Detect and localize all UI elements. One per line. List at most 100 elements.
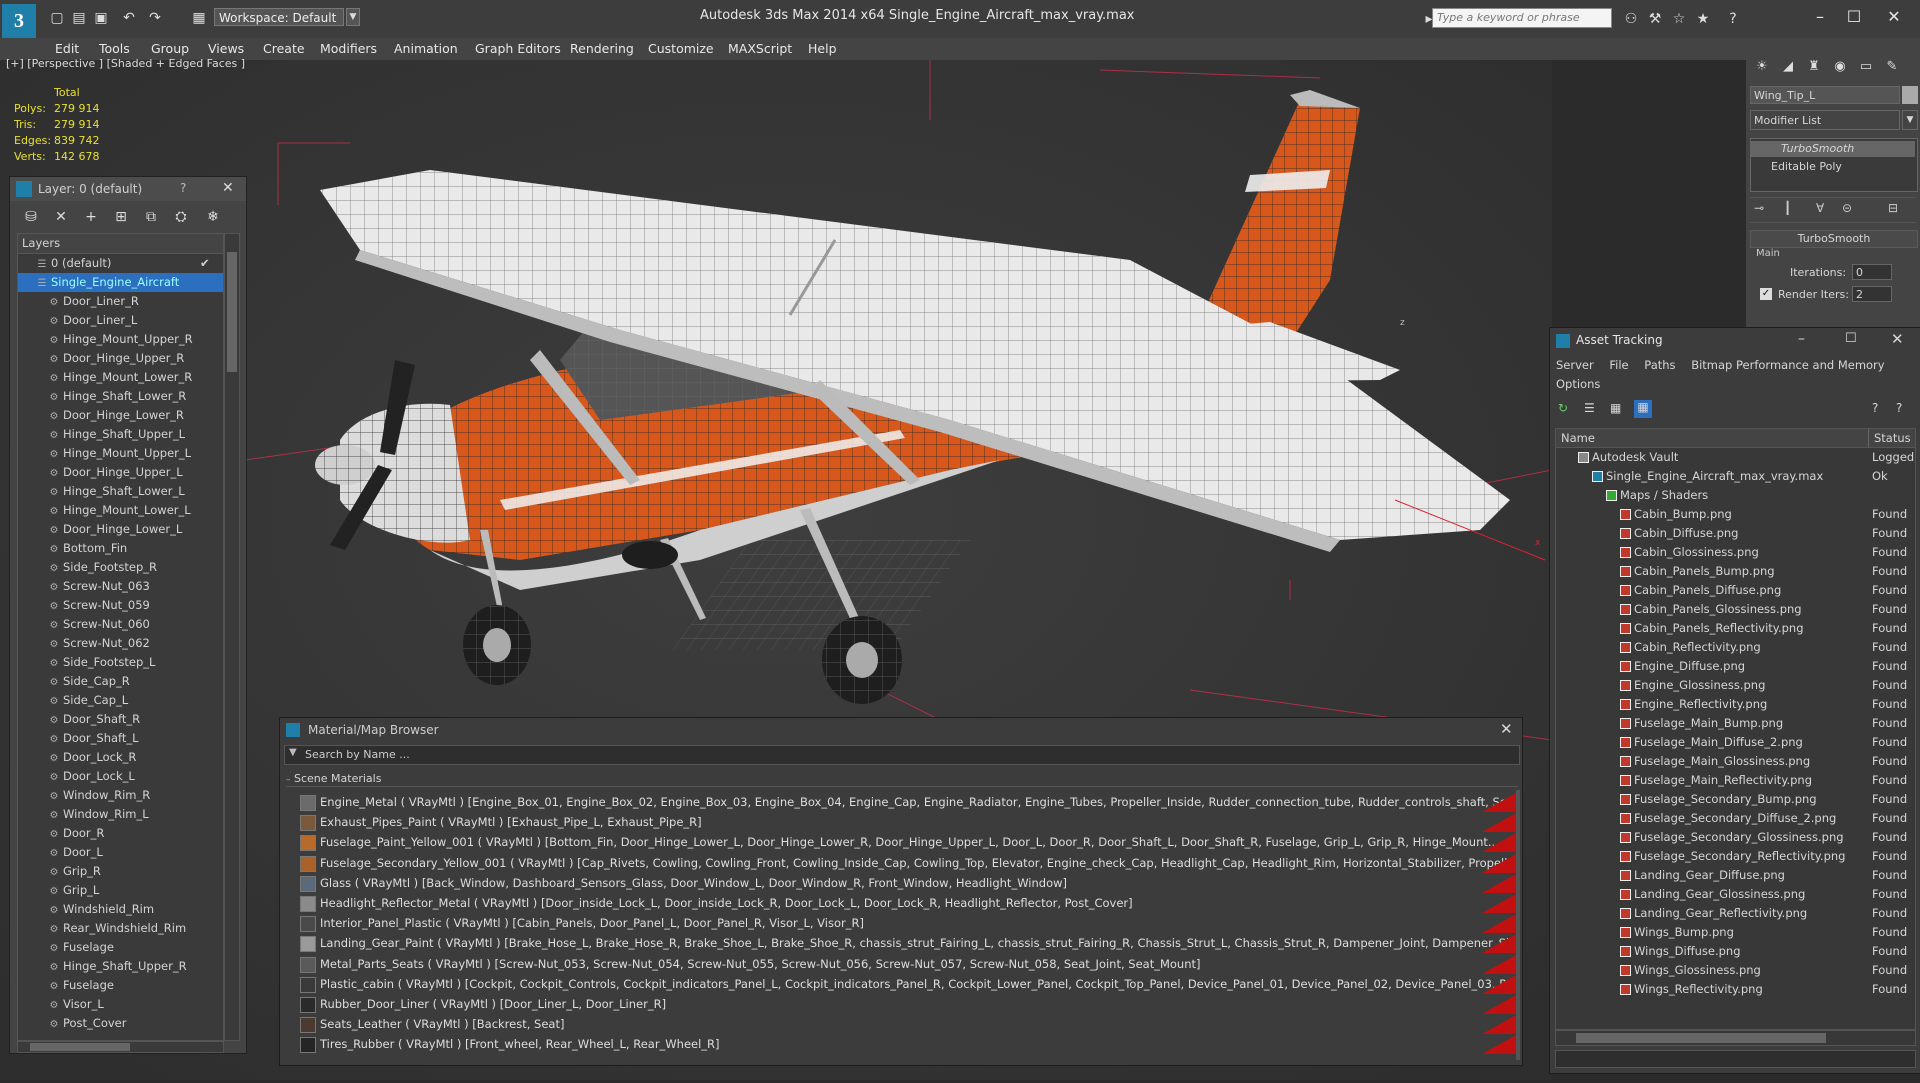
stack-item-editable-poly[interactable]: Editable Poly	[1755, 159, 1915, 175]
asset-row[interactable]: Landing_Gear_Diffuse.png Found	[1556, 866, 1915, 885]
menu-modifiers[interactable]: Modifiers	[320, 40, 377, 58]
render-iters-checkbox[interactable]: ✓	[1760, 288, 1772, 300]
chevron-down-icon[interactable]: ▼	[1902, 110, 1918, 130]
table-view-icon[interactable]: ▦	[1610, 401, 1621, 415]
subscription-icon[interactable]: ⚒	[1646, 10, 1664, 28]
layer-row[interactable]: ⚙ Screw-Nut_059	[18, 596, 223, 615]
menu-animation[interactable]: Animation	[394, 40, 458, 58]
asset-row[interactable]: Fuselage_Main_Bump.png Found	[1556, 714, 1915, 733]
binoculars-icon[interactable]: ⚇	[1622, 10, 1640, 28]
asset-row[interactable]: Single_Engine_Aircraft_max_vray.max Ok	[1556, 467, 1915, 486]
layer-panel-header[interactable]: Layer: 0 (default) ? ✕	[10, 177, 246, 201]
asset-row[interactable]: Autodesk Vault Logged O	[1556, 448, 1915, 467]
asset-row[interactable]: Landing_Gear_Glossiness.png Found	[1556, 885, 1915, 904]
layer-row[interactable]: ⚙ Door_Lock_L	[18, 767, 223, 786]
asset-row[interactable]: Cabin_Bump.png Found	[1556, 505, 1915, 524]
layer-row[interactable]: ⚙ Visor_L	[18, 995, 223, 1014]
asset-row[interactable]: Fuselage_Main_Diffuse_2.png Found	[1556, 733, 1915, 752]
asset-row[interactable]: Engine_Glossiness.png Found	[1556, 676, 1915, 695]
modifier-list-dropdown[interactable]: Modifier List	[1750, 110, 1900, 130]
material-row[interactable]: Rubber_Door_Liner ( VRayMtl ) [Door_Line…	[296, 995, 1516, 1014]
asset-row[interactable]: Wings_Diffuse.png Found	[1556, 942, 1915, 961]
layer-row[interactable]: ⚙ Fuselage	[18, 938, 223, 957]
motion-tab-icon[interactable]: ◉	[1828, 56, 1852, 78]
help-icon[interactable]: ?	[1872, 401, 1878, 415]
menu-options[interactable]: Options	[1556, 377, 1600, 391]
layer-row[interactable]: ⚙ Door_Hinge_Lower_L	[18, 520, 223, 539]
stack-item-turbosmooth[interactable]: TurboSmooth	[1751, 141, 1915, 157]
column-status[interactable]: Status	[1874, 431, 1911, 445]
create-tab-icon[interactable]: ☀	[1750, 56, 1774, 78]
layer-row[interactable]: ⚙ Side_Footstep_L	[18, 653, 223, 672]
minimize-icon[interactable]: –	[1798, 331, 1805, 347]
menu-help[interactable]: Help	[808, 40, 837, 58]
render-iters-spinner[interactable]: 2	[1852, 286, 1892, 302]
asset-row[interactable]: Fuselage_Secondary_Glossiness.png Found	[1556, 828, 1915, 847]
asset-row[interactable]: Fuselage_Main_Reflectivity.png Found	[1556, 771, 1915, 790]
column-divider[interactable]	[1868, 429, 1869, 447]
redo-icon[interactable]: ↷	[146, 9, 164, 27]
layer-row[interactable]: ⚙ Window_Rim_R	[18, 786, 223, 805]
material-row[interactable]: Fuselage_Secondary_Yellow_001 ( VRayMtl …	[296, 853, 1516, 873]
object-name-field[interactable]: Wing_Tip_L	[1750, 86, 1900, 104]
show-end-result-icon[interactable]: ┃	[1784, 201, 1791, 215]
grid-view-icon[interactable]: ▦	[1634, 400, 1652, 418]
menu-paths[interactable]: Paths	[1644, 358, 1675, 372]
favorites-icon[interactable]: ★	[1694, 10, 1712, 28]
layer-row[interactable]: ⚙ Door_Liner_L	[18, 311, 223, 330]
menu-group[interactable]: Group	[151, 40, 189, 58]
menu-server[interactable]: Server	[1556, 358, 1594, 372]
layer-row-selected[interactable]: ☰ Single_Engine_Aircraft	[18, 273, 223, 292]
layer-row[interactable]: ⚙ Hinge_Mount_Upper_L	[18, 444, 223, 463]
asset-row[interactable]: Cabin_Panels_Bump.png Found	[1556, 562, 1915, 581]
select-objects-icon[interactable]: ⊞	[110, 207, 132, 227]
menu-maxscript[interactable]: MAXScript	[728, 40, 792, 58]
layer-row[interactable]: ⚙ Door_Hinge_Lower_R	[18, 406, 223, 425]
asset-row[interactable]: Wings_Glossiness.png Found	[1556, 961, 1915, 980]
scrollbar-thumb[interactable]	[30, 1043, 130, 1051]
layer-row[interactable]: ⚙ Hinge_Shaft_Lower_R	[18, 387, 223, 406]
layer-row[interactable]: ⚙ Hinge_Shaft_Upper_L	[18, 425, 223, 444]
asset-row[interactable]: Cabin_Reflectivity.png Found	[1556, 638, 1915, 657]
material-row[interactable]: Seats_Leather ( VRayMtl ) [Backrest, Sea…	[296, 1015, 1516, 1035]
layers-column-header[interactable]: Layers	[18, 234, 223, 254]
active-layer-check-icon[interactable]: ✔	[200, 254, 210, 273]
menu-edit[interactable]: Edit	[55, 40, 79, 58]
close-icon[interactable]: ✕	[1874, 4, 1914, 30]
layer-row[interactable]: ⚙ Hinge_Mount_Lower_L	[18, 501, 223, 520]
vertical-scrollbar[interactable]	[224, 233, 240, 1041]
layer-row[interactable]: ⚙ Side_Footstep_R	[18, 558, 223, 577]
scene-materials-group[interactable]: – Scene Materials	[286, 772, 1518, 787]
asset-row[interactable]: Landing_Gear_Reflectivity.png Found	[1556, 904, 1915, 923]
hierarchy-tab-icon[interactable]: ♜	[1802, 56, 1826, 78]
workspace-dropdown[interactable]: Workspace: Default	[214, 8, 344, 26]
asset-row[interactable]: Cabin_Glossiness.png Found	[1556, 543, 1915, 562]
layer-row[interactable]: ⚙ Hinge_Shaft_Lower_L	[18, 482, 223, 501]
asset-row[interactable]: Cabin_Panels_Diffuse.png Found	[1556, 581, 1915, 600]
iterations-spinner[interactable]: 0	[1852, 264, 1892, 280]
material-row[interactable]: Headlight_Reflector_Metal ( VRayMtl ) [D…	[296, 894, 1516, 913]
delete-layer-icon[interactable]: ✕	[50, 207, 72, 227]
asset-path-field[interactable]	[1555, 1050, 1916, 1068]
display-tab-icon[interactable]: ▭	[1854, 56, 1878, 78]
freeze-all-icon[interactable]: ❄	[202, 207, 224, 227]
material-row[interactable]: Metal_Parts_Seats ( VRayMtl ) [Screw-Nut…	[296, 954, 1516, 974]
make-unique-icon[interactable]: ∀	[1816, 201, 1824, 215]
undo-icon[interactable]: ↶	[120, 9, 138, 27]
modify-tab-icon[interactable]: ◢	[1776, 56, 1800, 78]
menu-rendering[interactable]: Rendering	[570, 40, 634, 58]
help-icon[interactable]: ?	[180, 181, 186, 195]
material-row[interactable]: Fuselage_Paint_Yellow_001 ( VRayMtl ) [B…	[296, 833, 1516, 853]
layer-row[interactable]: ⚙ Door_Hinge_Upper_R	[18, 349, 223, 368]
layer-row[interactable]: ⚙ Door_Shaft_L	[18, 729, 223, 748]
layer-row[interactable]: ⚙ Door_Liner_R	[18, 292, 223, 311]
layer-row[interactable]: ⚙ Screw-Nut_063	[18, 577, 223, 596]
layer-row[interactable]: ⚙ Hinge_Shaft_Upper_R	[18, 957, 223, 976]
highlight-layer-icon[interactable]: ⧉	[140, 207, 162, 227]
project-folder-icon[interactable]: ▦	[190, 9, 208, 27]
asset-tracking-titlebar[interactable]: Asset Tracking – ☐ ✕	[1550, 328, 1920, 354]
viewport-label[interactable]: [+] [Perspective ] [Shaded + Edged Faces…	[6, 57, 245, 70]
menu-bitmap-performance[interactable]: Bitmap Performance and Memory	[1691, 358, 1884, 372]
asset-row[interactable]: Fuselage_Secondary_Bump.png Found	[1556, 790, 1915, 809]
layer-row[interactable]: ⚙ Side_Cap_R	[18, 672, 223, 691]
